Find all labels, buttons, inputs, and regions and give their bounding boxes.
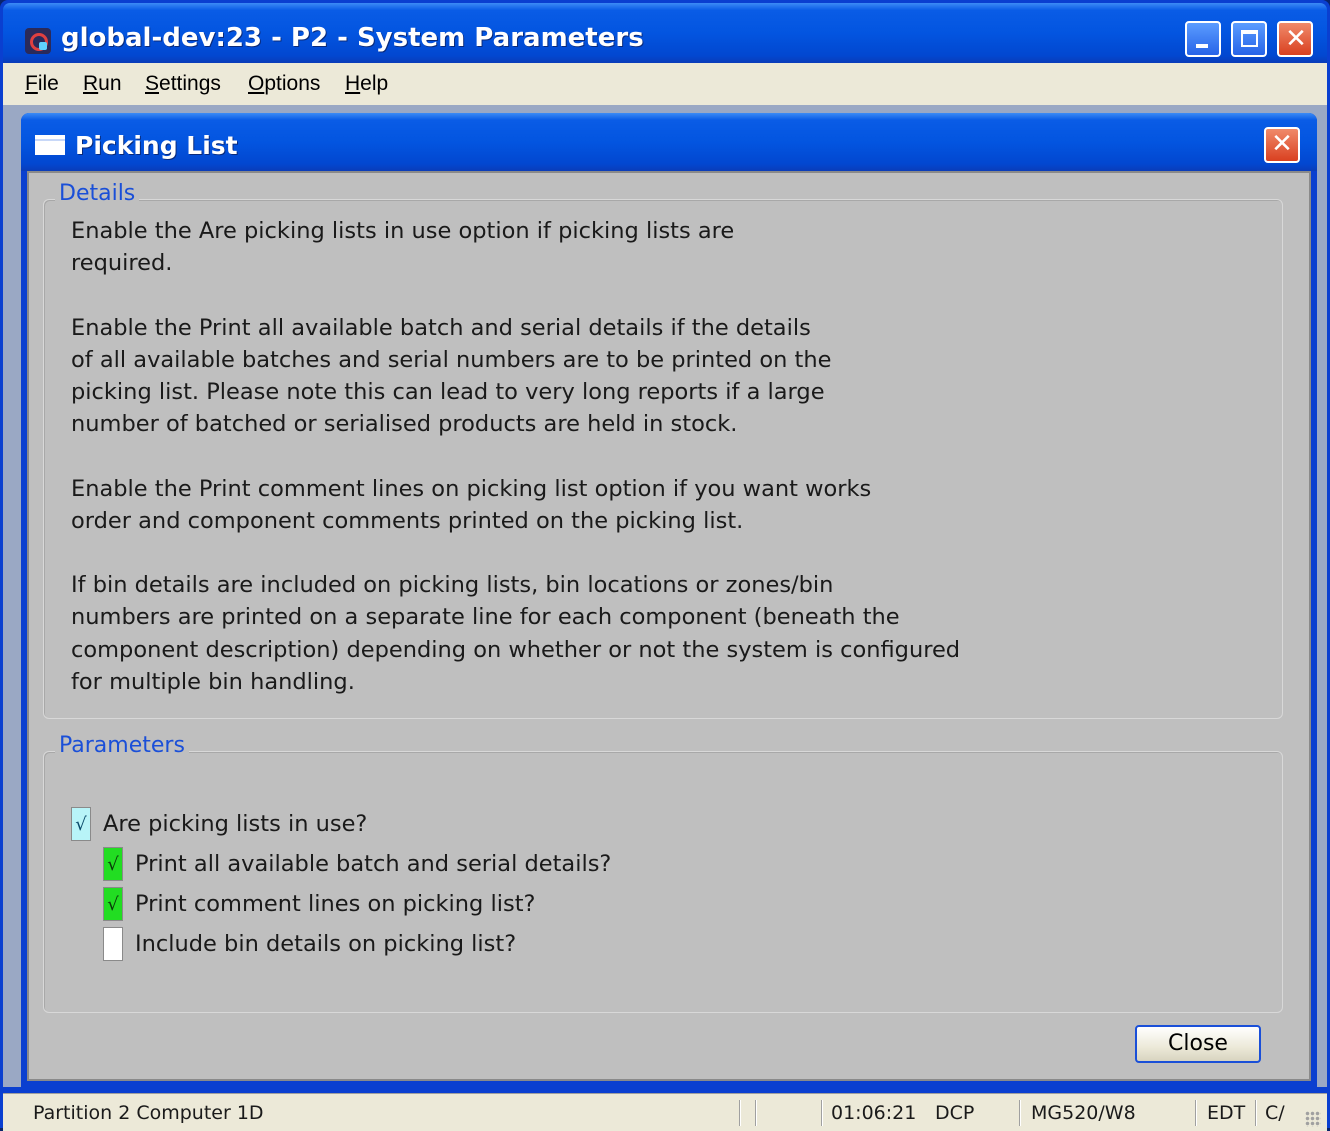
main-window: global-dev:23 - P2 - System Parameters ✕… bbox=[0, 0, 1330, 1131]
maximize-icon bbox=[1241, 30, 1258, 47]
minimize-button[interactable] bbox=[1185, 21, 1221, 57]
option-print-comment-lines[interactable]: √ Print comment lines on picking list? bbox=[103, 887, 536, 921]
menu-help[interactable]: Help bbox=[345, 72, 388, 96]
option-label: Are picking lists in use? bbox=[103, 811, 368, 837]
maximize-button[interactable] bbox=[1231, 21, 1267, 57]
menu-run[interactable]: Run bbox=[83, 72, 122, 96]
status-separator bbox=[1019, 1100, 1021, 1126]
minimize-icon bbox=[1196, 44, 1208, 48]
option-picking-lists-in-use[interactable]: √ Are picking lists in use? bbox=[71, 807, 367, 841]
status-bar: Partition 2 Computer 1D 01:06:21 DCP MG5… bbox=[3, 1093, 1327, 1131]
close-icon: ✕ bbox=[1285, 24, 1307, 54]
status-partition: Partition 2 Computer 1D bbox=[33, 1102, 264, 1124]
window-title: global-dev:23 - P2 - System Parameters bbox=[61, 23, 644, 53]
status-caps: C/ bbox=[1265, 1102, 1285, 1124]
status-time: 01:06:21 bbox=[831, 1102, 917, 1124]
status-separator bbox=[1255, 1100, 1257, 1126]
dialog-body: Details Enable the Are picking lists in … bbox=[27, 171, 1311, 1081]
status-separator bbox=[755, 1100, 757, 1126]
option-include-bin-details[interactable]: Include bin details on picking list? bbox=[103, 927, 516, 961]
window-icon bbox=[35, 135, 65, 155]
details-paragraph: Enable the Print all available batch and… bbox=[71, 314, 832, 438]
dialog-title: Picking List bbox=[75, 131, 238, 160]
picking-list-dialog: Picking List ✕ Details Enable the Are pi… bbox=[21, 113, 1317, 1087]
print-comment-lines-checkbox[interactable]: √ bbox=[103, 887, 123, 921]
details-paragraph: Enable the Are picking lists in use opti… bbox=[71, 218, 735, 277]
option-print-batch-serial[interactable]: √ Print all available batch and serial d… bbox=[103, 847, 611, 881]
picking-lists-in-use-checkbox[interactable]: √ bbox=[71, 807, 91, 841]
status-mode: DCP bbox=[935, 1102, 975, 1124]
option-label: Print comment lines on picking list? bbox=[135, 891, 536, 917]
details-label: Details bbox=[55, 181, 140, 206]
status-separator bbox=[739, 1100, 741, 1126]
menu-options[interactable]: Options bbox=[248, 72, 320, 96]
menu-bar: File Run Settings Options Help bbox=[3, 63, 1327, 105]
status-program: MG520/W8 bbox=[1031, 1102, 1136, 1124]
title-bar[interactable]: global-dev:23 - P2 - System Parameters ✕ bbox=[3, 3, 1327, 63]
menu-settings[interactable]: Settings bbox=[145, 72, 221, 96]
print-batch-serial-checkbox[interactable]: √ bbox=[103, 847, 123, 881]
parameters-group bbox=[43, 751, 1283, 1013]
status-edit: EDT bbox=[1207, 1102, 1246, 1124]
details-text: Enable the Are picking lists in use opti… bbox=[71, 215, 1031, 730]
parameters-label: Parameters bbox=[55, 733, 189, 758]
dialog-close-icon[interactable]: ✕ bbox=[1264, 127, 1300, 163]
close-button[interactable]: Close bbox=[1135, 1025, 1261, 1063]
status-separator bbox=[821, 1100, 823, 1126]
resize-grip-icon[interactable] bbox=[1305, 1111, 1321, 1127]
app-icon[interactable] bbox=[25, 28, 51, 54]
include-bin-details-checkbox[interactable] bbox=[103, 927, 123, 961]
status-separator bbox=[1195, 1100, 1197, 1126]
details-paragraph: If bin details are included on picking l… bbox=[71, 572, 961, 695]
menu-file[interactable]: File bbox=[25, 72, 59, 96]
option-label: Print all available batch and serial det… bbox=[135, 851, 612, 877]
dialog-title-bar[interactable]: Picking List ✕ bbox=[21, 113, 1317, 171]
option-label: Include bin details on picking list? bbox=[135, 931, 517, 957]
close-window-button[interactable]: ✕ bbox=[1277, 21, 1313, 57]
details-paragraph: Enable the Print comment lines on pickin… bbox=[71, 475, 872, 534]
